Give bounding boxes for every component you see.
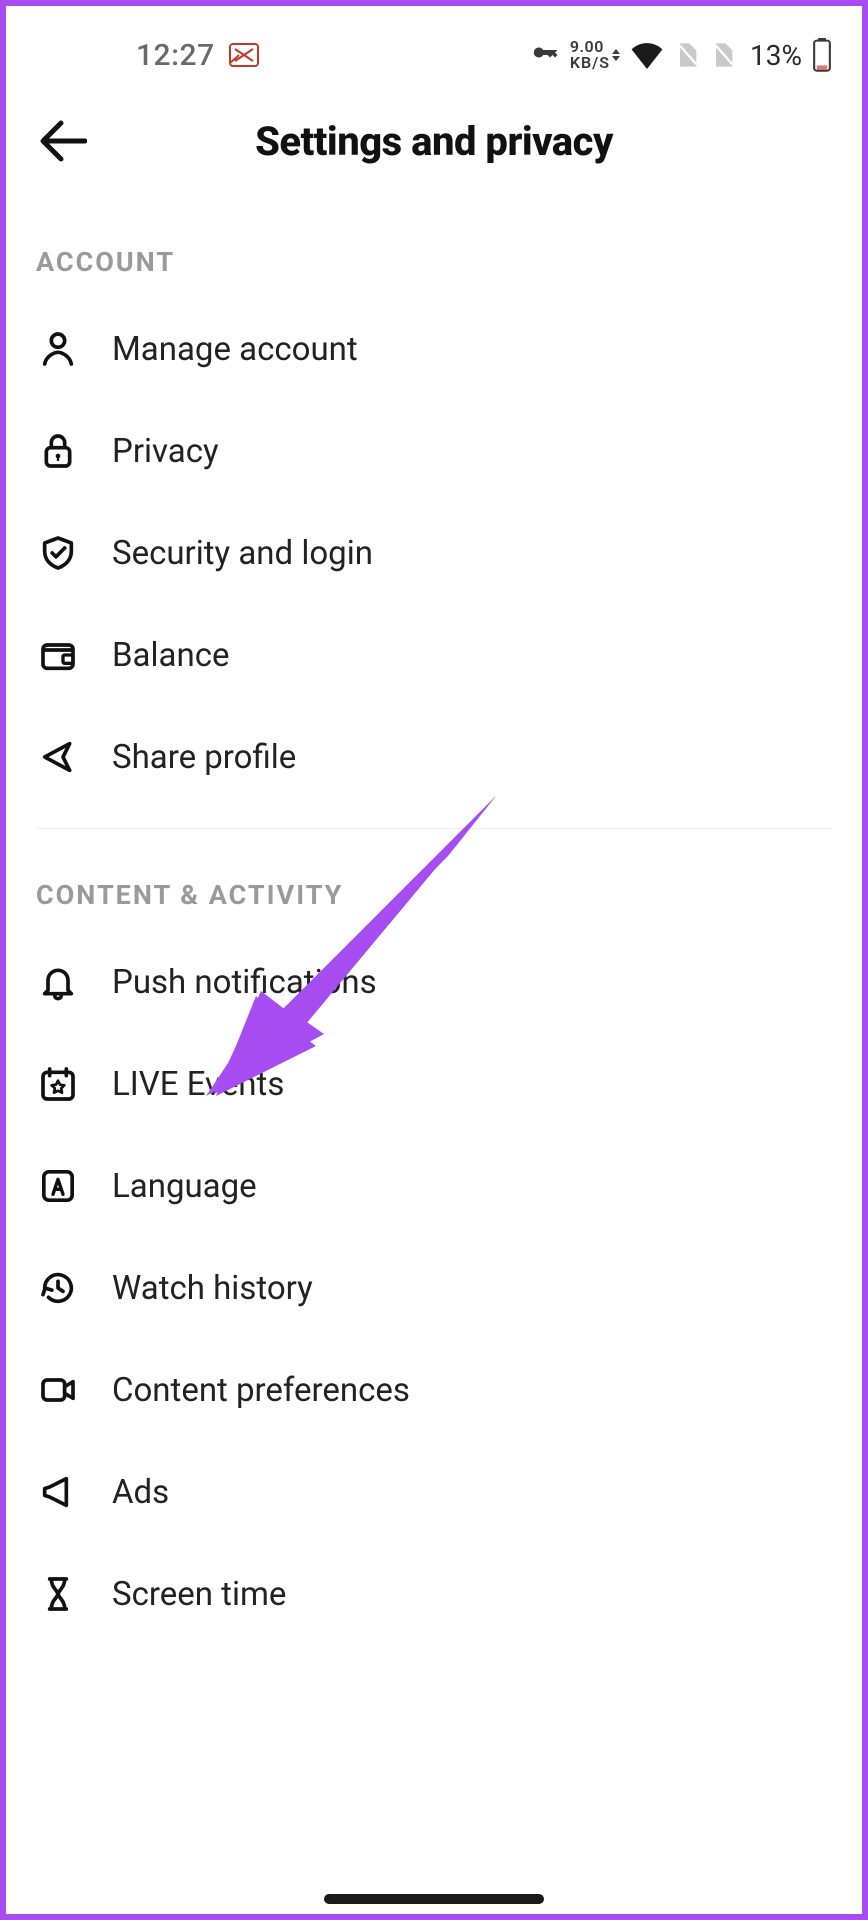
- page-header: Settings and privacy: [6, 86, 862, 196]
- language-icon: [36, 1164, 80, 1208]
- section-content-activity: CONTENT & ACTIVITY Push notifications LI…: [6, 829, 862, 1645]
- row-content-preferences[interactable]: Content preferences: [36, 1339, 832, 1441]
- row-ads[interactable]: Ads: [36, 1441, 832, 1543]
- row-label: Privacy: [112, 432, 219, 471]
- battery-icon: [812, 38, 832, 72]
- row-screen-time[interactable]: Screen time: [36, 1543, 832, 1645]
- net-arrows-icon: [612, 49, 620, 61]
- status-bar: 12:27 9.00 KB/S: [6, 6, 862, 86]
- row-live-events[interactable]: LIVE Events: [36, 1033, 832, 1135]
- key-icon: [530, 40, 560, 70]
- row-label: Manage account: [112, 330, 358, 369]
- status-time: 12:27: [136, 38, 215, 73]
- row-privacy[interactable]: Privacy: [36, 400, 832, 502]
- row-label: Screen time: [112, 1575, 286, 1614]
- row-label: Watch history: [112, 1269, 313, 1308]
- wallet-icon: [36, 633, 80, 677]
- back-button[interactable]: [32, 111, 92, 171]
- history-icon: [36, 1266, 80, 1310]
- wifi-icon: [630, 41, 664, 69]
- net-speed: 9.00 KB/S: [570, 39, 610, 71]
- row-label: LIVE Events: [112, 1065, 284, 1104]
- row-label: Ads: [112, 1473, 169, 1512]
- arrow-left-icon: [37, 119, 87, 163]
- sim2-icon: [710, 41, 736, 69]
- screen-record-icon: [229, 43, 259, 67]
- row-security[interactable]: Security and login: [36, 502, 832, 604]
- row-label: Content preferences: [112, 1371, 410, 1410]
- video-icon: [36, 1368, 80, 1412]
- row-share-profile[interactable]: Share profile: [36, 706, 832, 808]
- megaphone-icon: [36, 1470, 80, 1514]
- battery-percent: 13%: [750, 39, 802, 72]
- section-header-account: ACCOUNT: [36, 196, 832, 298]
- row-label: Push notifications: [112, 963, 377, 1002]
- row-manage-account[interactable]: Manage account: [36, 298, 832, 400]
- calendar-star-icon: [36, 1062, 80, 1106]
- row-label: Balance: [112, 636, 229, 675]
- person-icon: [36, 327, 80, 371]
- hourglass-icon: [36, 1572, 80, 1616]
- sim1-icon: [674, 41, 700, 69]
- home-indicator[interactable]: [324, 1894, 544, 1904]
- page-title: Settings and privacy: [255, 118, 613, 165]
- row-push-notifications[interactable]: Push notifications: [36, 931, 832, 1033]
- lock-icon: [36, 429, 80, 473]
- row-balance[interactable]: Balance: [36, 604, 832, 706]
- section-account: ACCOUNT Manage account Privacy Security …: [6, 196, 862, 829]
- section-header-content: CONTENT & ACTIVITY: [36, 829, 832, 931]
- row-language[interactable]: Language: [36, 1135, 832, 1237]
- settings-screen: 12:27 9.00 KB/S: [6, 6, 862, 1914]
- row-label: Share profile: [112, 738, 296, 777]
- row-label: Language: [112, 1167, 257, 1206]
- row-watch-history[interactable]: Watch history: [36, 1237, 832, 1339]
- bell-icon: [36, 960, 80, 1004]
- row-label: Security and login: [112, 534, 373, 573]
- shield-icon: [36, 531, 80, 575]
- share-icon: [36, 735, 80, 779]
